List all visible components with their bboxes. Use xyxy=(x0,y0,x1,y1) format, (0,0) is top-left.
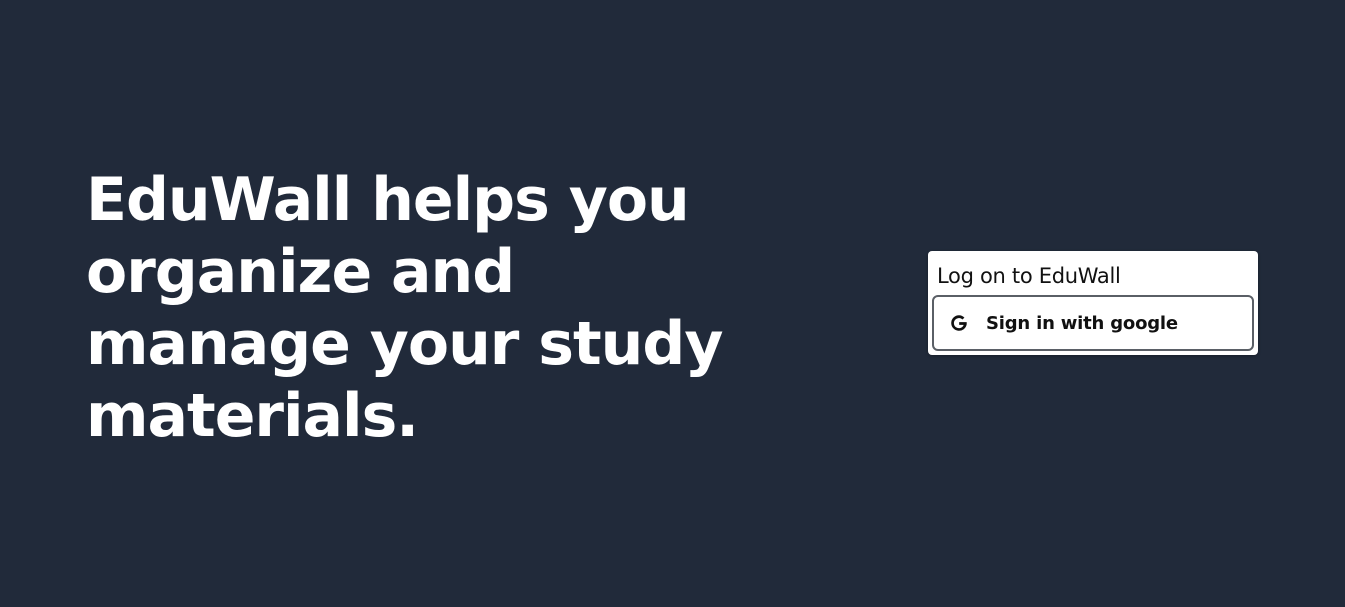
google-sign-in-label: Sign in with google xyxy=(986,312,1178,334)
login-title: Log on to EduWall xyxy=(937,264,1121,288)
google-sign-in-button[interactable]: Sign in with google xyxy=(932,295,1254,351)
google-g-icon xyxy=(948,312,970,334)
hero-title: EduWall helps you organize and manage yo… xyxy=(86,165,723,451)
landing-page: EduWall helps you organize and manage yo… xyxy=(0,0,1345,607)
login-card: Log on to EduWall Sign in with google xyxy=(928,251,1258,355)
